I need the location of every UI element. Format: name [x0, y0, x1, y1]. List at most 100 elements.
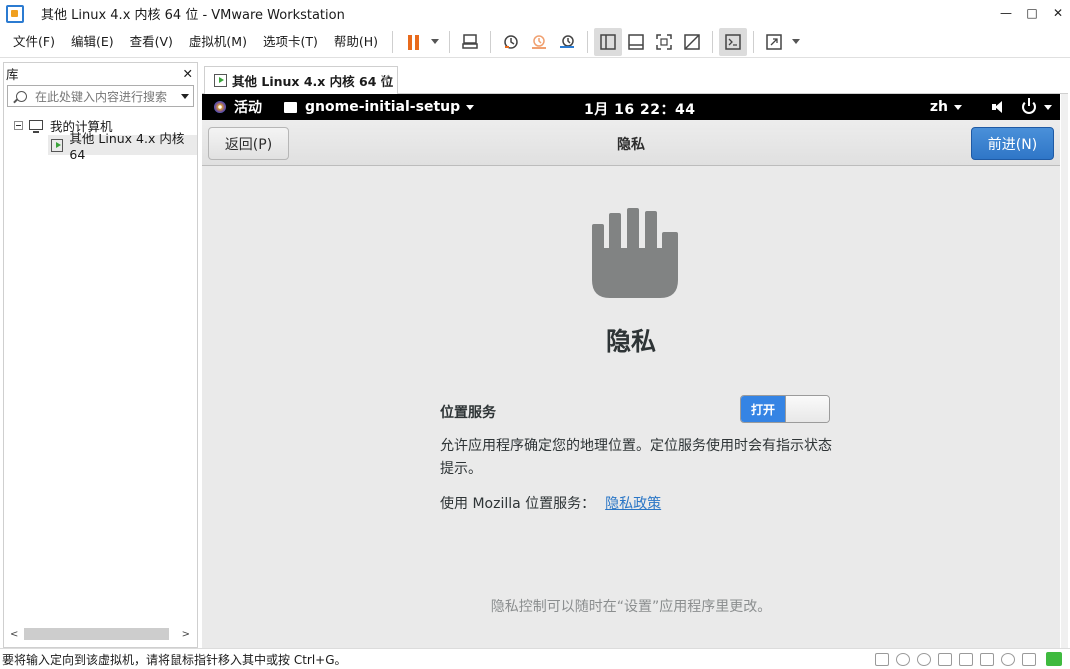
toolbar-separator	[753, 30, 755, 53]
cd-dvd-icon[interactable]	[896, 652, 910, 666]
toolbar-separator	[712, 30, 714, 53]
mozilla-location-line: 使用 Mozilla 位置服务： 隐私政策	[440, 493, 661, 513]
language-label: zh	[929, 99, 948, 115]
activities-button[interactable]: 活动	[212, 97, 262, 117]
tree-item-vm[interactable]: 其他 Linux 4.x 内核 64	[48, 131, 197, 162]
activities-logo-icon	[212, 99, 228, 115]
toolbar-separator	[490, 30, 492, 53]
status-message: 要将输入定向到该虚拟机，请将鼠标指针移入其中或按 Ctrl+G。	[2, 652, 347, 667]
chevron-down-icon[interactable]	[1044, 104, 1052, 110]
location-services-label: 位置服务	[440, 405, 496, 421]
floppy-icon[interactable]	[917, 652, 931, 666]
toolbar-separator	[587, 30, 589, 53]
unity-icon[interactable]	[678, 28, 706, 56]
vm-display[interactable]: 活动 gnome-initial-setup 1月 16 22：44 zh 返回…	[202, 94, 1060, 648]
display-icon[interactable]	[1022, 652, 1036, 666]
snapshot-icon[interactable]	[497, 28, 525, 56]
usb-icon[interactable]	[959, 652, 973, 666]
vm-running-icon	[51, 138, 64, 152]
vm-running-icon	[214, 74, 227, 87]
chevron-down-icon	[431, 39, 440, 44]
computer-icon	[29, 120, 43, 133]
menu-vm[interactable]: 虚拟机(M)	[181, 30, 255, 54]
library-tree: 我的计算机 其他 Linux 4.x 内核 64	[4, 115, 197, 162]
chevron-down-icon	[466, 104, 475, 110]
console-icon[interactable]	[719, 27, 748, 56]
chevron-down-icon	[954, 104, 962, 110]
chevron-down-icon	[792, 39, 801, 44]
vmware-logo-icon	[5, 4, 24, 23]
pause-dropdown-button[interactable]	[427, 28, 443, 56]
toolbar-separator	[449, 30, 451, 53]
stretch-dropdown-button[interactable]	[788, 28, 804, 56]
mozilla-text: 使用 Mozilla 位置服务：	[440, 496, 596, 512]
location-services-toggle[interactable]: 打开	[740, 395, 830, 423]
library-panel: 库 ✕ 在此处键入内容进行搜索 我的计算机 其他 Linux 4.x 内核 64…	[3, 62, 198, 648]
menu-help[interactable]: 帮助(H)	[326, 30, 386, 54]
library-header: 库 ✕	[4, 63, 197, 83]
menu-tabs[interactable]: 选项卡(T)	[255, 30, 326, 54]
library-horizontal-scrollbar[interactable]: < >	[6, 627, 194, 641]
stretch-icon[interactable]	[760, 28, 788, 56]
system-menu-area: zh	[930, 94, 1060, 120]
status-bar: 要将输入定向到该虚拟机，请将鼠标指针移入其中或按 Ctrl+G。	[0, 648, 1070, 669]
close-window-button[interactable]: ✕	[1046, 0, 1070, 26]
vm-vertical-scrollbar[interactable]	[1061, 94, 1068, 648]
scrollbar-thumb[interactable]	[24, 628, 169, 640]
menu-edit[interactable]: 编辑(E)	[63, 30, 122, 54]
clock[interactable]: 1月 16 22：44	[584, 99, 695, 119]
toolbar-separator	[392, 30, 394, 53]
menubar: 文件(F) 编辑(E) 查看(V) 虚拟机(M) 选项卡(T) 帮助(H)	[0, 26, 1070, 58]
menu-view[interactable]: 查看(V)	[122, 30, 181, 54]
app-menu[interactable]: gnome-initial-setup	[284, 99, 475, 115]
privacy-policy-link[interactable]: 隐私政策	[605, 496, 661, 512]
app-menu-label: gnome-initial-setup	[305, 99, 461, 115]
library-title: 库	[6, 66, 19, 82]
close-library-button[interactable]: ✕	[183, 66, 193, 81]
thumbnail-view-icon[interactable]	[622, 28, 650, 56]
language-indicator[interactable]: zh	[930, 99, 962, 115]
vm-status-icon[interactable]	[1046, 652, 1062, 666]
scroll-left-icon[interactable]: <	[10, 629, 18, 640]
headerbar-title: 隐私	[617, 137, 645, 153]
menu-file[interactable]: 文件(F)	[5, 30, 63, 54]
network-adapter-icon[interactable]	[938, 652, 952, 666]
toggle-knob[interactable]	[785, 396, 829, 422]
sound-card-icon[interactable]	[980, 652, 994, 666]
library-view-icon[interactable]	[594, 27, 623, 56]
maximize-button[interactable]: □	[1020, 0, 1044, 26]
page-heading: 隐私	[605, 327, 656, 356]
gnome-top-bar: 活动 gnome-initial-setup 1月 16 22：44 zh	[202, 94, 1060, 120]
minimize-button[interactable]: —	[994, 0, 1018, 26]
window-title: 其他 Linux 4.x 内核 64 位 - VMware Workstatio…	[41, 7, 345, 23]
revert-snapshot-icon[interactable]	[525, 28, 553, 56]
tree-item-label: 其他 Linux 4.x 内核 64	[69, 131, 185, 162]
tab-strip: 其他 Linux 4.x 内核 64 位 ✕	[202, 64, 1068, 94]
close-tab-button[interactable]: ✕	[379, 72, 391, 88]
tab-vm[interactable]: 其他 Linux 4.x 内核 64 位 ✕	[204, 66, 398, 94]
pause-icon[interactable]	[399, 28, 427, 56]
toggle-on-label: 打开	[741, 396, 785, 422]
search-icon	[16, 90, 27, 102]
library-search-input[interactable]: 在此处键入内容进行搜索	[7, 85, 194, 107]
scroll-right-icon[interactable]: >	[182, 629, 190, 640]
snapshot-manager-icon[interactable]	[553, 28, 581, 56]
device-icons	[868, 652, 1062, 666]
window-controls: — □ ✕	[992, 0, 1070, 26]
location-services-description: 允许应用程序确定您的地理位置。定位服务使用时会有指示状态提示。	[440, 438, 832, 477]
next-button[interactable]: 前进(N)	[971, 127, 1054, 160]
privacy-hand-icon	[592, 208, 678, 298]
window-titlebar: 其他 Linux 4.x 内核 64 位 - VMware Workstatio…	[0, 0, 1070, 26]
volume-icon[interactable]	[992, 101, 1006, 113]
setup-headerbar: 返回(P) 隐私 前进(N)	[202, 120, 1060, 166]
full-screen-icon[interactable]	[650, 28, 678, 56]
activities-label: 活动	[234, 100, 262, 116]
app-window-icon	[284, 101, 297, 113]
send-ctrl-alt-del-icon[interactable]	[456, 28, 484, 56]
power-icon[interactable]	[1022, 98, 1036, 114]
collapse-icon[interactable]	[14, 120, 23, 130]
search-placeholder: 在此处键入内容进行搜索	[35, 89, 168, 104]
printer-icon[interactable]	[1001, 652, 1015, 666]
hard-disk-icon[interactable]	[875, 652, 889, 666]
chevron-down-icon[interactable]	[181, 94, 189, 99]
